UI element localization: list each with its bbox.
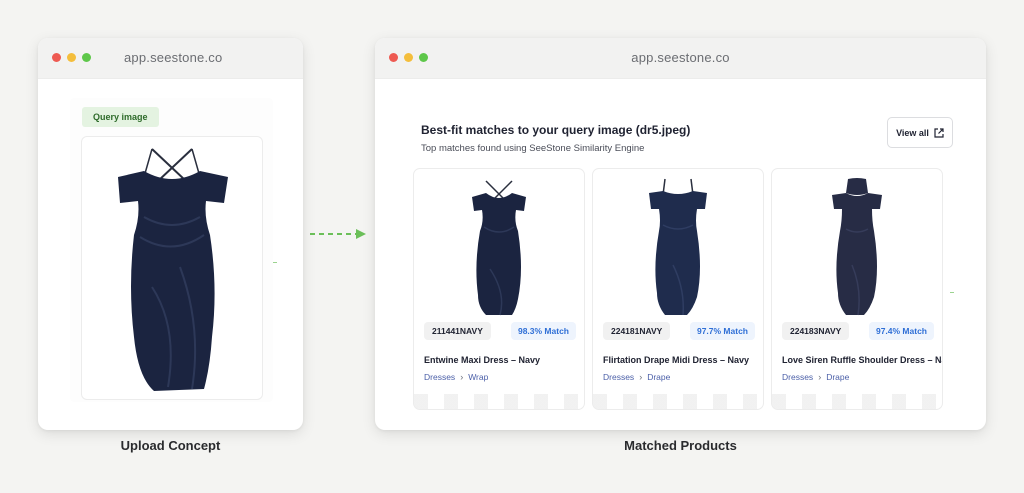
match-score-badge: 98.3% Match [510, 322, 576, 340]
view-all-label: View all [896, 127, 929, 138]
window-titlebar: app.seestone.co [38, 38, 303, 79]
match-score-badge: 97.4% Match [868, 322, 934, 340]
query-image-card[interactable] [81, 136, 263, 400]
view-all-button[interactable]: View all [887, 117, 953, 148]
decorative-tick [950, 292, 954, 293]
address-bar-url: app.seestone.co [124, 50, 223, 65]
close-dot-icon[interactable] [52, 53, 61, 62]
product-name[interactable]: Entwine Maxi Dress – Navy [424, 355, 540, 365]
product-image [649, 178, 707, 316]
card-overflow-fade [414, 394, 584, 409]
product-grid: 211441NAVY 98.3% Match Entwine Maxi Dres… [413, 168, 943, 410]
maximize-dot-icon[interactable] [82, 53, 91, 62]
product-breadcrumb: Dresses › Drape [782, 372, 849, 382]
results-panel: Best-fit matches to your query image (dr… [405, 106, 953, 410]
matches-window: app.seestone.co Best-fit matches to your… [375, 38, 986, 430]
chevron-right-icon: › [460, 372, 464, 382]
product-card[interactable]: 224183NAVY 97.4% Match Love Siren Ruffle… [771, 168, 943, 410]
address-bar-url: app.seestone.co [631, 50, 730, 65]
product-image [832, 178, 882, 316]
upload-caption: Upload Concept [120, 438, 221, 453]
product-breadcrumb: Dresses › Drape [603, 372, 670, 382]
breadcrumb-subcategory[interactable]: Drape [826, 372, 849, 382]
breadcrumb-subcategory[interactable]: Wrap [468, 372, 488, 382]
match-score-badge: 97.7% Match [689, 322, 755, 340]
product-sku: 224181NAVY [603, 322, 671, 340]
chevron-right-icon: › [818, 372, 822, 382]
breadcrumb-category[interactable]: Dresses [603, 372, 634, 382]
breadcrumb-subcategory[interactable]: Drape [647, 372, 670, 382]
product-sku: 211441NAVY [424, 322, 491, 340]
matches-caption: Matched Products [624, 438, 737, 453]
upload-panel: Query image [70, 98, 273, 402]
query-dress-image [118, 148, 228, 391]
query-image-badge: Query image [82, 107, 159, 127]
dashed-arrow-right-icon [310, 229, 366, 239]
product-card[interactable]: 224181NAVY 97.7% Match Flirtation Drape … [592, 168, 764, 410]
window-titlebar: app.seestone.co [375, 38, 986, 79]
results-subtitle: Top matches found using SeeStone Similar… [421, 143, 645, 154]
decorative-tick [273, 262, 277, 263]
chevron-right-icon: › [639, 372, 643, 382]
upload-window: app.seestone.co Query image [38, 38, 303, 430]
results-title: Best-fit matches to your query image (dr… [421, 123, 691, 137]
breadcrumb-category[interactable]: Dresses [424, 372, 455, 382]
product-name[interactable]: Love Siren Ruffle Shoulder Dress – Navy [782, 355, 942, 365]
product-breadcrumb: Dresses › Wrap [424, 372, 488, 382]
window-controls [52, 53, 91, 62]
product-name[interactable]: Flirtation Drape Midi Dress – Navy [603, 355, 749, 365]
product-image [472, 180, 526, 316]
product-sku: 224183NAVY [782, 322, 850, 340]
card-overflow-fade [593, 394, 763, 409]
external-link-icon [934, 127, 944, 138]
minimize-dot-icon[interactable] [67, 53, 76, 62]
breadcrumb-category[interactable]: Dresses [782, 372, 813, 382]
product-card[interactable]: 211441NAVY 98.3% Match Entwine Maxi Dres… [413, 168, 585, 410]
card-overflow-fade [772, 394, 942, 409]
